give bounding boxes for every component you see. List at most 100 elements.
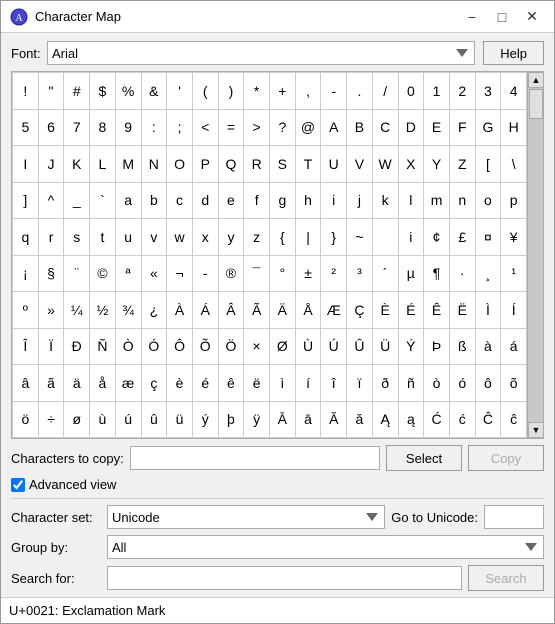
select-button[interactable]: Select bbox=[386, 445, 462, 471]
table-row[interactable]: ÿ bbox=[244, 402, 270, 439]
table-row[interactable]: ò bbox=[424, 365, 450, 402]
table-row[interactable]: \ bbox=[501, 146, 527, 183]
search-input[interactable] bbox=[107, 566, 462, 590]
table-row[interactable]: ý bbox=[193, 402, 219, 439]
table-row[interactable]: ? bbox=[270, 110, 296, 147]
table-row[interactable]: " bbox=[39, 73, 65, 110]
table-row[interactable]: y bbox=[219, 219, 245, 256]
table-row[interactable]: C bbox=[373, 110, 399, 147]
table-row[interactable]: ö bbox=[13, 402, 39, 439]
table-row[interactable]: À bbox=[167, 292, 193, 329]
minimize-button[interactable]: − bbox=[458, 6, 486, 28]
table-row[interactable]: j bbox=[347, 183, 373, 220]
table-row[interactable]: Ó bbox=[142, 329, 168, 366]
table-row[interactable]: N bbox=[142, 146, 168, 183]
table-row[interactable]: ³ bbox=[347, 256, 373, 293]
table-row[interactable]: ü bbox=[167, 402, 193, 439]
table-row[interactable]: | bbox=[296, 219, 322, 256]
advanced-view-label[interactable]: Advanced view bbox=[29, 477, 116, 492]
table-row[interactable]: ù bbox=[90, 402, 116, 439]
scroll-down-button[interactable]: ▼ bbox=[528, 422, 544, 438]
table-row[interactable]: ä bbox=[64, 365, 90, 402]
table-row[interactable]: Í bbox=[501, 292, 527, 329]
table-row[interactable]: O bbox=[167, 146, 193, 183]
scroll-up-button[interactable]: ▲ bbox=[528, 72, 544, 88]
table-row[interactable]: h bbox=[296, 183, 322, 220]
table-row[interactable]: à bbox=[476, 329, 502, 366]
table-row[interactable]: t bbox=[90, 219, 116, 256]
table-row[interactable]: Z bbox=[450, 146, 476, 183]
table-row[interactable]: Ã bbox=[244, 292, 270, 329]
table-row[interactable]: < bbox=[193, 110, 219, 147]
table-row[interactable]: ± bbox=[296, 256, 322, 293]
table-row[interactable]: 1 bbox=[424, 73, 450, 110]
table-row[interactable]: * bbox=[244, 73, 270, 110]
table-row[interactable]: Y bbox=[424, 146, 450, 183]
table-row[interactable]: x bbox=[193, 219, 219, 256]
table-row[interactable]: H bbox=[501, 110, 527, 147]
table-row[interactable]: ß bbox=[450, 329, 476, 366]
table-row[interactable]: å bbox=[90, 365, 116, 402]
table-row[interactable]: Ö bbox=[219, 329, 245, 366]
table-row[interactable]: Ą bbox=[373, 402, 399, 439]
table-row[interactable]: § bbox=[39, 256, 65, 293]
table-row[interactable]: Ü bbox=[373, 329, 399, 366]
table-row[interactable]: ç bbox=[142, 365, 168, 402]
table-row[interactable]: l bbox=[399, 183, 425, 220]
table-row[interactable]: ï bbox=[347, 365, 373, 402]
table-row[interactable]: { bbox=[270, 219, 296, 256]
table-row[interactable]: Û bbox=[347, 329, 373, 366]
table-row[interactable]: U bbox=[321, 146, 347, 183]
table-row[interactable]: : bbox=[142, 110, 168, 147]
table-row[interactable]: m bbox=[424, 183, 450, 220]
table-row[interactable]: ā bbox=[296, 402, 322, 439]
table-row[interactable]: Æ bbox=[321, 292, 347, 329]
table-row[interactable]: / bbox=[373, 73, 399, 110]
table-row[interactable]: ą bbox=[399, 402, 425, 439]
table-row[interactable]: ð bbox=[373, 365, 399, 402]
table-row[interactable]: - bbox=[321, 73, 347, 110]
table-row[interactable]: ñ bbox=[399, 365, 425, 402]
table-row[interactable]: Ù bbox=[296, 329, 322, 366]
table-row[interactable]: # bbox=[64, 73, 90, 110]
table-row[interactable]: ´ bbox=[373, 256, 399, 293]
table-row[interactable]: Ć bbox=[424, 402, 450, 439]
characters-to-copy-input[interactable] bbox=[130, 446, 380, 470]
group-by-select[interactable]: All Unicode Subrange Unicode Block bbox=[107, 535, 544, 559]
table-row[interactable]: % bbox=[116, 73, 142, 110]
table-row[interactable]: ø bbox=[64, 402, 90, 439]
advanced-view-checkbox[interactable] bbox=[11, 478, 25, 492]
scrollbar[interactable]: ▲ ▼ bbox=[527, 72, 543, 438]
table-row[interactable]: ¸ bbox=[476, 256, 502, 293]
table-row[interactable]: i bbox=[321, 183, 347, 220]
table-row[interactable]: Q bbox=[219, 146, 245, 183]
table-row[interactable]: P bbox=[193, 146, 219, 183]
table-row[interactable]: ć bbox=[450, 402, 476, 439]
table-row[interactable]: ô bbox=[476, 365, 502, 402]
table-row[interactable]: í bbox=[296, 365, 322, 402]
maximize-button[interactable]: □ bbox=[488, 6, 516, 28]
table-row[interactable]: ~ bbox=[347, 219, 373, 256]
table-row[interactable]: e bbox=[219, 183, 245, 220]
table-row[interactable]: ă bbox=[347, 402, 373, 439]
table-row[interactable]: G bbox=[476, 110, 502, 147]
table-row[interactable]: 7 bbox=[64, 110, 90, 147]
font-select[interactable]: Arial Times New Roman Courier New bbox=[47, 41, 475, 65]
table-row[interactable]: X bbox=[399, 146, 425, 183]
table-row[interactable]: Â bbox=[219, 292, 245, 329]
table-row[interactable]: Ô bbox=[167, 329, 193, 366]
table-row[interactable]: ° bbox=[270, 256, 296, 293]
table-row[interactable]: Ê bbox=[424, 292, 450, 329]
table-row[interactable]: W bbox=[373, 146, 399, 183]
table-row[interactable]: E bbox=[424, 110, 450, 147]
table-row[interactable]: ú bbox=[116, 402, 142, 439]
table-row[interactable]: ¹ bbox=[501, 256, 527, 293]
table-row[interactable]: ¬ bbox=[167, 256, 193, 293]
character-set-select[interactable]: Unicode Windows: Western DOS: Latin US bbox=[107, 505, 385, 529]
table-row[interactable]: ( bbox=[193, 73, 219, 110]
table-row[interactable]: T bbox=[296, 146, 322, 183]
table-row[interactable]: } bbox=[321, 219, 347, 256]
table-row[interactable]: É bbox=[399, 292, 425, 329]
table-row[interactable]: $ bbox=[90, 73, 116, 110]
table-row[interactable]: ` bbox=[90, 183, 116, 220]
